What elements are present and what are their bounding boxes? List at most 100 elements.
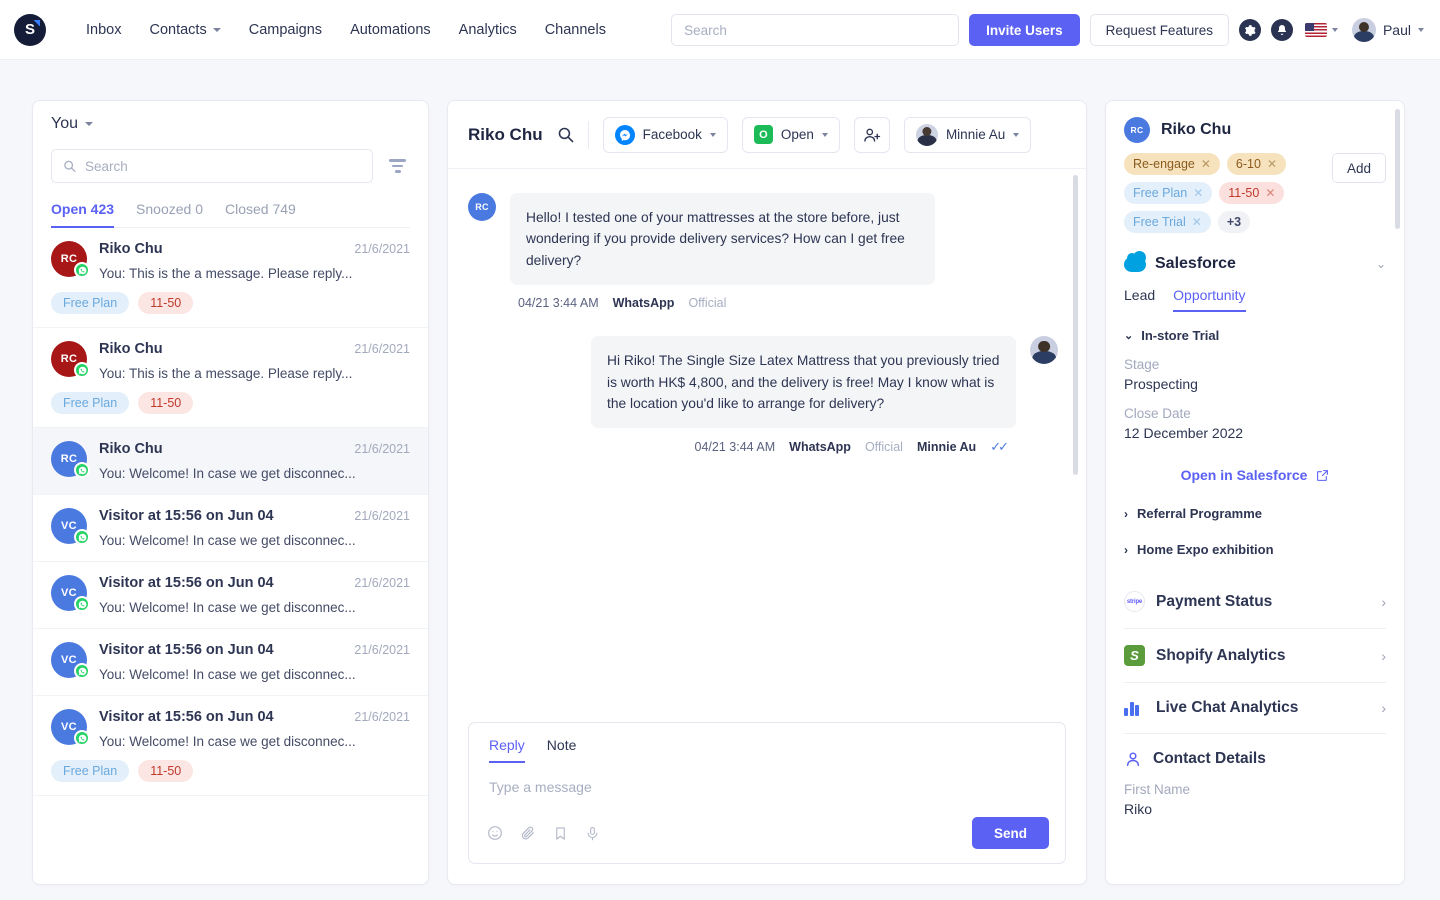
status-selector[interactable]: O Open [742, 117, 840, 153]
global-search-box[interactable] [671, 14, 959, 46]
message-channel: WhatsApp [789, 440, 851, 454]
composer-icons [487, 825, 600, 841]
nav-item-contacts[interactable]: Contacts [135, 14, 234, 46]
conversation-list-item[interactable]: RCRiko Chu21/6/2021You: Welcome! In case… [33, 428, 428, 495]
message-sender: Minnie Au [917, 440, 976, 454]
open-in-salesforce-link[interactable]: Open in Salesforce [1181, 467, 1330, 483]
conversation-list-item[interactable]: VCVisitor at 15:56 on Jun 0421/6/2021You… [33, 562, 428, 629]
gear-icon[interactable] [1239, 19, 1261, 41]
tab-note[interactable]: Note [547, 737, 577, 763]
user-menu[interactable]: Paul [1352, 18, 1424, 42]
filter-icon[interactable] [385, 155, 410, 177]
contact-tag[interactable]: 6-10 ✕ [1227, 153, 1286, 175]
remove-tag-icon[interactable]: ✕ [1193, 186, 1203, 200]
conversation-name: Visitor at 15:56 on Jun 04 [99, 642, 274, 658]
nav-label: Campaigns [249, 22, 322, 38]
chat-scrollbar[interactable] [1073, 175, 1078, 475]
tab-closed[interactable]: Closed 749 [225, 201, 296, 228]
conversation-date: 21/6/2021 [354, 442, 410, 456]
add-tag-button[interactable]: Add [1332, 153, 1386, 183]
message-composer: Reply Note Type a message [468, 722, 1066, 864]
tab-open[interactable]: Open 423 [51, 201, 114, 228]
accordion-referral-programme[interactable]: › Referral Programme [1124, 506, 1386, 521]
bookmark-icon[interactable] [553, 826, 568, 841]
live-chat-analytics-icon [1124, 700, 1145, 716]
contact-tag[interactable]: 11-50✕ [1219, 182, 1284, 204]
invite-users-button[interactable]: Invite Users [969, 14, 1080, 46]
contact-tag[interactable]: Free Trial✕ [1124, 211, 1211, 233]
assignee-selector[interactable]: Minnie Au [904, 117, 1031, 153]
message-thread[interactable]: RC Hello! I tested one of your mattresse… [448, 169, 1086, 722]
remove-tag-icon[interactable]: ✕ [1201, 157, 1211, 171]
conversation-list-item[interactable]: VCVisitor at 15:56 on Jun 0421/6/2021You… [33, 629, 428, 696]
chevron-right-icon: › [1381, 594, 1386, 610]
conversation-preview: You: Welcome! In case we get disconnec..… [99, 600, 410, 615]
whatsapp-icon [74, 730, 90, 746]
nav-item-automations[interactable]: Automations [336, 14, 445, 46]
tab-snoozed[interactable]: Snoozed 0 [136, 201, 203, 228]
opportunity-accordion[interactable]: ⌄ In-store Trial [1124, 328, 1386, 343]
tab-opportunity[interactable]: Opportunity [1173, 287, 1245, 312]
field-value: 12 December 2022 [1124, 425, 1386, 441]
conversation-row-top: VCVisitor at 15:56 on Jun 0421/6/2021You… [51, 642, 410, 682]
conversation-name-row: Visitor at 15:56 on Jun 0421/6/2021 [99, 709, 410, 725]
message-input[interactable]: Type a message [469, 763, 1065, 807]
conversation-date: 21/6/2021 [354, 509, 410, 523]
attachment-icon[interactable] [520, 825, 536, 841]
nav-item-channels[interactable]: Channels [531, 14, 620, 46]
integration-shopify-analytics[interactable]: S Shopify Analytics › [1124, 628, 1386, 682]
conversation-date: 21/6/2021 [354, 576, 410, 590]
salesforce-tabs: Lead Opportunity [1124, 287, 1386, 312]
contact-panel-scrollbar[interactable] [1395, 109, 1400, 229]
nav-item-campaigns[interactable]: Campaigns [235, 14, 336, 46]
bell-icon[interactable] [1271, 19, 1293, 41]
status-label: Open [781, 127, 814, 142]
emoji-icon[interactable] [487, 825, 503, 841]
tab-reply[interactable]: Reply [489, 737, 525, 763]
add-person-icon[interactable] [854, 117, 890, 153]
contact-tag[interactable]: Free Plan✕ [1124, 182, 1212, 204]
message-badge: Official [865, 440, 903, 454]
global-search-input[interactable] [684, 23, 946, 38]
nav-item-inbox[interactable]: Inbox [72, 14, 135, 46]
language-selector[interactable] [1305, 23, 1338, 37]
chevron-right-icon: › [1124, 543, 1128, 557]
conversation-list[interactable]: RCRiko Chu21/6/2021You: This is the a me… [33, 228, 428, 884]
message-meta: 04/21 3:44 AM WhatsApp Official Minnie A… [468, 439, 1006, 455]
conversation-list-item[interactable]: RCRiko Chu21/6/2021You: This is the a me… [33, 328, 428, 428]
tab-lead[interactable]: Lead [1124, 287, 1155, 312]
conversation-avatar-wrap: RC [51, 441, 87, 477]
accordion-home-expo-exhibition[interactable]: › Home Expo exhibition [1124, 542, 1386, 557]
remove-tag-icon[interactable]: ✕ [1265, 186, 1275, 200]
conversation-name-row: Visitor at 15:56 on Jun 0421/6/2021 [99, 508, 410, 524]
remove-tag-icon[interactable]: ✕ [1267, 157, 1277, 171]
salesforce-section-header[interactable]: Salesforce ⌄ [1124, 255, 1386, 273]
nav-item-analytics[interactable]: Analytics [445, 14, 531, 46]
integration-payment-status[interactable]: stripe Payment Status › [1124, 575, 1386, 628]
integrations-list: stripe Payment Status › S Shopify Analyt… [1124, 575, 1386, 733]
app-logo[interactable]: S [14, 14, 46, 46]
field-value: Prospecting [1124, 376, 1386, 392]
inbox-owner-selector[interactable]: You [51, 115, 410, 133]
conversation-list-item[interactable]: VCVisitor at 15:56 on Jun 0421/6/2021You… [33, 495, 428, 562]
inbox-search-input[interactable] [85, 159, 361, 174]
conversation-name: Riko Chu [99, 241, 163, 257]
contact-tag[interactable]: Re-engage✕ [1124, 153, 1220, 175]
chevron-down-icon[interactable]: ⌄ [1376, 257, 1386, 271]
conversation-chips: Free Plan11-50 [51, 760, 410, 782]
conversation-list-item[interactable]: RCRiko Chu21/6/2021You: This is the a me… [33, 228, 428, 328]
contact-details-title: Contact Details [1153, 750, 1266, 768]
search-icon[interactable] [557, 126, 574, 143]
microphone-icon[interactable] [585, 826, 600, 841]
whatsapp-icon [74, 529, 90, 545]
send-button[interactable]: Send [972, 817, 1049, 849]
contact-tag[interactable]: +3 [1218, 211, 1250, 233]
channel-selector[interactable]: Facebook [603, 117, 728, 153]
remove-tag-icon[interactable]: ✕ [1192, 215, 1202, 229]
integration-live-chat-analytics[interactable]: Live Chat Analytics › [1124, 682, 1386, 733]
request-features-button[interactable]: Request Features [1090, 14, 1229, 46]
nav-label: Automations [350, 22, 431, 38]
inbox-search-box[interactable] [51, 149, 373, 183]
conversation-list-item[interactable]: VCVisitor at 15:56 on Jun 0421/6/2021You… [33, 696, 428, 796]
tag-label: 6-10 [1236, 157, 1261, 171]
